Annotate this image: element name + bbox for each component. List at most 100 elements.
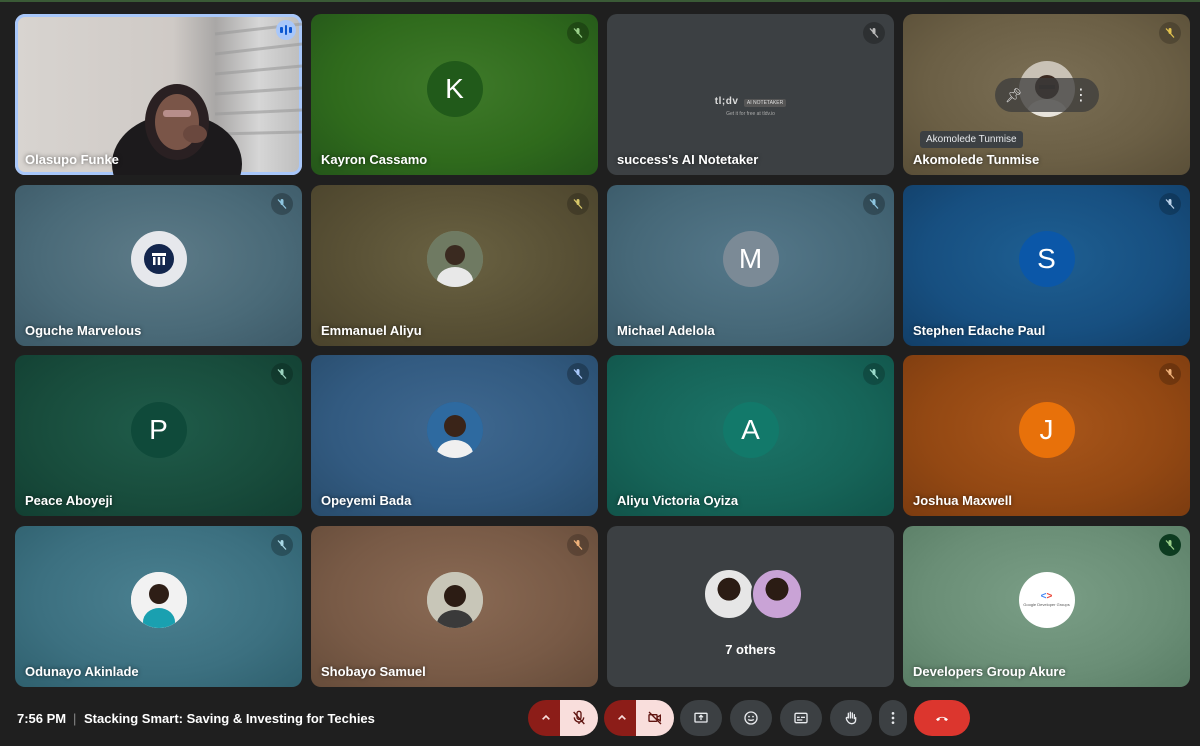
participant-tile[interactable]: Opeyemi Bada [311, 355, 598, 516]
camera-off-icon [648, 711, 662, 725]
emoji-icon [744, 711, 758, 725]
mic-off-icon [573, 710, 585, 725]
participant-tile[interactable]: Olasupo Funke [15, 14, 302, 175]
avatar [426, 231, 483, 287]
bottom-bar: 7:56 PM | Stacking Smart: Saving & Inves… [0, 700, 1200, 738]
mic-off-icon [567, 22, 589, 44]
meeting-clock: 7:56 PM [17, 711, 67, 726]
participant-name: Kayron Cassamo [321, 152, 428, 167]
gdg-logo-text: Google Developer Groups [1023, 602, 1070, 607]
gdg-logo-icon: <> [1040, 591, 1053, 602]
raise-hand-button[interactable] [830, 700, 872, 736]
speaking-indicator-icon [276, 20, 296, 40]
mic-off-icon [863, 363, 885, 385]
others-count: 7 others [725, 641, 776, 657]
avatar-initial: K [445, 72, 464, 104]
pin-icon[interactable]: 📌︎ [1005, 87, 1023, 104]
mic-off-icon [567, 363, 589, 385]
reactions-button[interactable] [730, 700, 772, 736]
participant-tile[interactable]: M Michael Adelola [607, 184, 894, 346]
participant-tile[interactable]: Oguche Marvelous [15, 184, 302, 346]
mic-off-icon [1159, 363, 1181, 385]
avatar [130, 231, 187, 287]
participant-name: Developers Group Akure [913, 663, 1066, 679]
avatar: <> Google Developer Groups [1018, 572, 1075, 628]
name-tooltip: Akomolede Tunmise [920, 131, 1023, 148]
avatar: P [130, 401, 187, 458]
present-icon [694, 712, 708, 723]
notetaker-subtext: Get it for free at tldv.io [726, 111, 775, 117]
avatar-initial: J [1039, 413, 1054, 445]
avatar: A [722, 401, 779, 458]
participant-tile[interactable]: A Aliyu Victoria Oyiza [607, 355, 894, 516]
mic-off-icon [567, 192, 589, 215]
mic-off-icon [1159, 192, 1181, 215]
notetaker-logo-text: tl;dv [714, 96, 739, 107]
participant-name: Odunayo Akinlade [25, 663, 139, 679]
notetaker-badge: AI NOTETAKER [743, 99, 787, 107]
camera-options-button[interactable] [604, 700, 640, 736]
avatar [426, 572, 483, 628]
others-tile[interactable]: 7 others [607, 525, 894, 687]
more-options-button[interactable] [879, 700, 907, 736]
present-button[interactable] [680, 700, 722, 736]
avatar [426, 401, 483, 458]
others-avatars [702, 567, 803, 620]
avatar: M [722, 231, 779, 287]
mic-off-icon [271, 192, 293, 215]
mic-off-icon [1159, 22, 1181, 44]
participant-tile[interactable]: Odunayo Akinlade [15, 525, 302, 687]
participant-tile[interactable]: K Kayron Cassamo [311, 14, 598, 175]
more-vert-icon[interactable]: ⋮ [1073, 85, 1089, 105]
avatar: S [1018, 231, 1075, 287]
avatar-initial: A [741, 413, 760, 445]
participant-tile[interactable]: tl;dv AI NOTETAKER Get it for free at tl… [607, 14, 894, 175]
participant-video [112, 22, 302, 175]
participant-name: Peace Aboyeji [25, 493, 113, 508]
chevron-up-icon [618, 714, 626, 720]
participant-name: Aliyu Victoria Oyiza [617, 493, 739, 508]
participant-tile[interactable]: Shobayo Samuel [311, 525, 598, 687]
separator: | [73, 711, 77, 726]
participant-name: Akomolede Tunmise [913, 152, 1040, 167]
participant-tile[interactable]: Emmanuel Aliyu [311, 184, 598, 346]
participant-name: Oguche Marvelous [25, 322, 142, 338]
participant-tile[interactable]: S Stephen Edache Paul [903, 184, 1190, 346]
participant-tile[interactable]: J Joshua Maxwell [903, 355, 1190, 516]
chevron-up-icon [542, 714, 550, 720]
participant-name: Olasupo Funke [25, 152, 119, 167]
participant-tile[interactable]: 📌︎ ⋮ Akomolede Tunmise Akomolede Tunmise [903, 14, 1190, 175]
mic-off-icon [1159, 533, 1181, 556]
leave-call-button[interactable] [914, 700, 970, 736]
meeting-title: Stacking Smart: Saving & Investing for T… [84, 711, 375, 726]
captions-icon [794, 712, 808, 724]
mic-off-icon [567, 533, 589, 556]
mic-off-icon [271, 363, 293, 385]
tile-hover-controls: 📌︎ ⋮ [995, 78, 1099, 112]
participant-name: Shobayo Samuel [321, 663, 426, 679]
avatar-initial: S [1037, 243, 1056, 274]
participant-name: Stephen Edache Paul [913, 322, 1046, 338]
mic-off-icon [271, 533, 293, 556]
camera-toggle-button[interactable] [636, 700, 674, 736]
participant-name: Emmanuel Aliyu [321, 322, 422, 338]
avatar: J [1018, 401, 1075, 458]
avatar: K [426, 60, 483, 117]
participant-name: Opeyemi Bada [321, 493, 412, 508]
captions-button[interactable] [780, 700, 822, 736]
mic-options-button[interactable] [528, 700, 564, 736]
notetaker-logo: tl;dv AI NOTETAKER [607, 96, 894, 107]
mic-off-icon [863, 22, 885, 44]
participant-tile[interactable]: P Peace Aboyeji [15, 355, 302, 516]
avatar [702, 567, 755, 620]
hand-icon [845, 711, 857, 725]
avatar [750, 567, 803, 620]
participant-name: Joshua Maxwell [913, 493, 1012, 508]
mic-toggle-button[interactable] [560, 700, 598, 736]
more-vert-icon [891, 712, 895, 724]
participant-tile[interactable]: <> Google Developer Groups Developers Gr… [903, 525, 1190, 687]
participant-grid: Olasupo Funke K Kayron Cassamo tl;dv AI … [15, 14, 1190, 687]
top-accent-line [0, 0, 1200, 2]
participant-name: success's AI Notetaker [617, 152, 759, 167]
participant-name: Michael Adelola [617, 322, 715, 338]
